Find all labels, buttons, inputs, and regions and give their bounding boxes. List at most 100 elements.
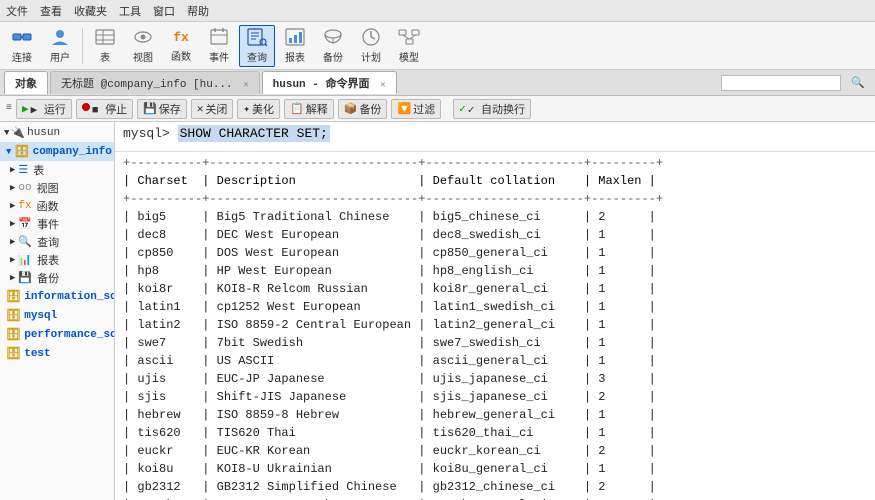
sidebar-db-mysql[interactable]: 🗄 mysql [0, 306, 114, 325]
table-row: | swe7 | 7bit Swedish | swe7_swedish_ci … [123, 334, 867, 352]
db-name-info: information_schema [24, 291, 115, 303]
action-stop[interactable]: ■ 停止 [76, 99, 133, 119]
wrap-icon: ✓ [459, 102, 466, 116]
db-icon-info: 🗄 [6, 289, 21, 304]
table-row: | dec8 | DEC West European | dec8_swedis… [123, 226, 867, 244]
tool-function-label: 函数 [171, 48, 191, 64]
db-icon-test: 🗄 [6, 346, 21, 361]
event-icon [208, 26, 230, 48]
table-row: | ujis | EUC-JP Japanese | ujis_japanese… [123, 370, 867, 388]
tool-view[interactable]: 视图 [125, 25, 161, 67]
table-row: | latin2 | ISO 8859-2 Central European |… [123, 316, 867, 334]
table-row: | gb2312 | GB2312 Simplified Chinese | g… [123, 478, 867, 496]
sidebar-connection[interactable]: ▼ 🔌 husun [0, 124, 114, 142]
action-backup[interactable]: 📦 备份 [338, 99, 388, 119]
tool-schedule-label: 计划 [361, 49, 381, 65]
menu-favorites[interactable]: 收藏夹 [74, 3, 107, 19]
toolbar: 连接 用户 表 视图 fx [0, 22, 875, 70]
backup2-icon: 📦 [344, 102, 358, 116]
sidebar-db-test[interactable]: 🗄 test [0, 344, 114, 363]
action-bar: ≡ ▶ ▶ 运行 ■ 停止 💾 保存 ✕ 关闭 ✦ 美化 📋 解释 📦 备份 🔽… [0, 96, 875, 122]
section-view-label: 视图 [37, 180, 59, 196]
results-area[interactable]: +----------+----------------------------… [115, 152, 875, 500]
sidebar-db-performance-schema[interactable]: 🗄 performance_schema [0, 325, 114, 344]
action-save[interactable]: 💾 保存 [137, 99, 187, 119]
action-explain[interactable]: 📋 解释 [284, 99, 334, 119]
db-expand-arrow: ▼ [6, 147, 11, 157]
tab-command-line[interactable]: husun - 命令界面 ✕ [262, 71, 397, 94]
search-icon[interactable]: 🔍 [851, 78, 865, 90]
tool-connect[interactable]: 连接 [4, 25, 40, 67]
section-query-arrow: ▶ [10, 237, 15, 247]
sidebar-section-report[interactable]: ▶ 📊 报表 [0, 251, 114, 269]
db-name-company: company_info [33, 146, 112, 158]
db-name-test: test [24, 348, 50, 360]
connection-arrow: ▼ [4, 128, 9, 138]
section-backup-label: 备份 [37, 270, 59, 286]
query-tabs: 对象 无标题 @company_info [hu... ✕ husun - 命令… [0, 70, 875, 96]
sidebar-section-query[interactable]: ▶ 🔍 查询 [0, 233, 114, 251]
table-row: | latin1 | cp1252 West European | latin1… [123, 298, 867, 316]
report-icon [284, 26, 306, 48]
sidebar-db-company-info[interactable]: ▼ 🗄 company_info [0, 142, 114, 161]
function-icon: fx [170, 28, 192, 47]
section-table-icon: ☰ [18, 163, 28, 177]
db-icon-perf: 🗄 [6, 327, 21, 342]
table-separator: +----------+----------------------------… [123, 190, 867, 208]
db-icon-company: 🗄 [14, 144, 29, 159]
table-row: | koi8u | KOI8-U Ukrainian | koi8u_gener… [123, 460, 867, 478]
table-row: | hp8 | HP West European | hp8_english_c… [123, 262, 867, 280]
section-backup-icon: 💾 [18, 271, 32, 285]
action-wrap[interactable]: ✓ ✓ 自动换行 [453, 99, 531, 119]
sidebar-section-table[interactable]: ▶ ☰ 表 [0, 161, 114, 179]
main-layout: ▼ 🔌 husun ▼ 🗄 company_info ▶ ☰ 表 ▶ oo 视图… [0, 122, 875, 500]
sidebar: ▼ 🔌 husun ▼ 🗄 company_info ▶ ☰ 表 ▶ oo 视图… [0, 122, 115, 500]
menu-help[interactable]: 帮助 [187, 3, 209, 19]
tab-object[interactable]: 对象 [4, 71, 48, 94]
menu-view[interactable]: 查看 [40, 3, 62, 19]
tool-model[interactable]: 模型 [391, 25, 427, 67]
tool-event[interactable]: 事件 [201, 25, 237, 67]
tool-report[interactable]: 报表 [277, 25, 313, 67]
tab-close-cmd[interactable]: ✕ [380, 80, 385, 90]
menu-tools[interactable]: 工具 [119, 3, 141, 19]
section-func-label: 函数 [37, 198, 59, 214]
sidebar-section-backup[interactable]: ▶ 💾 备份 [0, 269, 114, 287]
schedule-icon [360, 26, 382, 48]
menu-window[interactable]: 窗口 [153, 3, 175, 19]
section-event-label: 事件 [37, 216, 59, 232]
beautify-icon: ✦ [243, 102, 250, 116]
query-command: SHOW CHARACTER SET; [178, 125, 330, 142]
sidebar-db-information-schema[interactable]: 🗄 information_schema [0, 287, 114, 306]
tool-backup[interactable]: 备份 [315, 25, 351, 67]
tool-table[interactable]: 表 [87, 25, 123, 67]
sidebar-section-event[interactable]: ▶ 📅 事件 [0, 215, 114, 233]
sidebar-section-view[interactable]: ▶ oo 视图 [0, 179, 114, 197]
action-icon-menu: ≡ [6, 103, 12, 114]
tool-report-label: 报表 [285, 49, 305, 65]
query-icon [246, 26, 268, 48]
db-icon-mysql: 🗄 [6, 308, 21, 323]
action-close[interactable]: ✕ 关闭 [191, 99, 234, 119]
action-filter[interactable]: 🔽 过滤 [391, 99, 441, 119]
tool-schedule[interactable]: 计划 [353, 25, 389, 67]
section-event-arrow: ▶ [10, 219, 15, 229]
table-row: | ascii | US ASCII | ascii_general_ci | … [123, 352, 867, 370]
menu-file[interactable]: 文件 [6, 3, 28, 19]
content-area: mysql> SHOW CHARACTER SET; +----------+-… [115, 122, 875, 500]
query-area: mysql> SHOW CHARACTER SET; [115, 122, 875, 152]
section-report-arrow: ▶ [10, 255, 15, 265]
action-run[interactable]: ▶ ▶ 运行 [16, 99, 72, 119]
search-input[interactable] [721, 75, 841, 91]
sidebar-section-function[interactable]: ▶ fx 函数 [0, 197, 114, 215]
action-beautify[interactable]: ✦ 美化 [237, 99, 280, 119]
section-report-icon: 📊 [18, 253, 32, 267]
tab-query-editor[interactable]: 无标题 @company_info [hu... ✕ [50, 71, 260, 94]
table-row: | cp850 | DOS West European | cp850_gene… [123, 244, 867, 262]
table-icon [94, 26, 116, 48]
tool-query[interactable]: 查询 [239, 25, 275, 67]
tool-user[interactable]: 用户 [42, 25, 78, 67]
tab-close-editor[interactable]: ✕ [243, 80, 248, 90]
table-row: | koi8r | KOI8-R Relcom Russian | koi8r_… [123, 280, 867, 298]
tool-function[interactable]: fx 函数 [163, 25, 199, 67]
